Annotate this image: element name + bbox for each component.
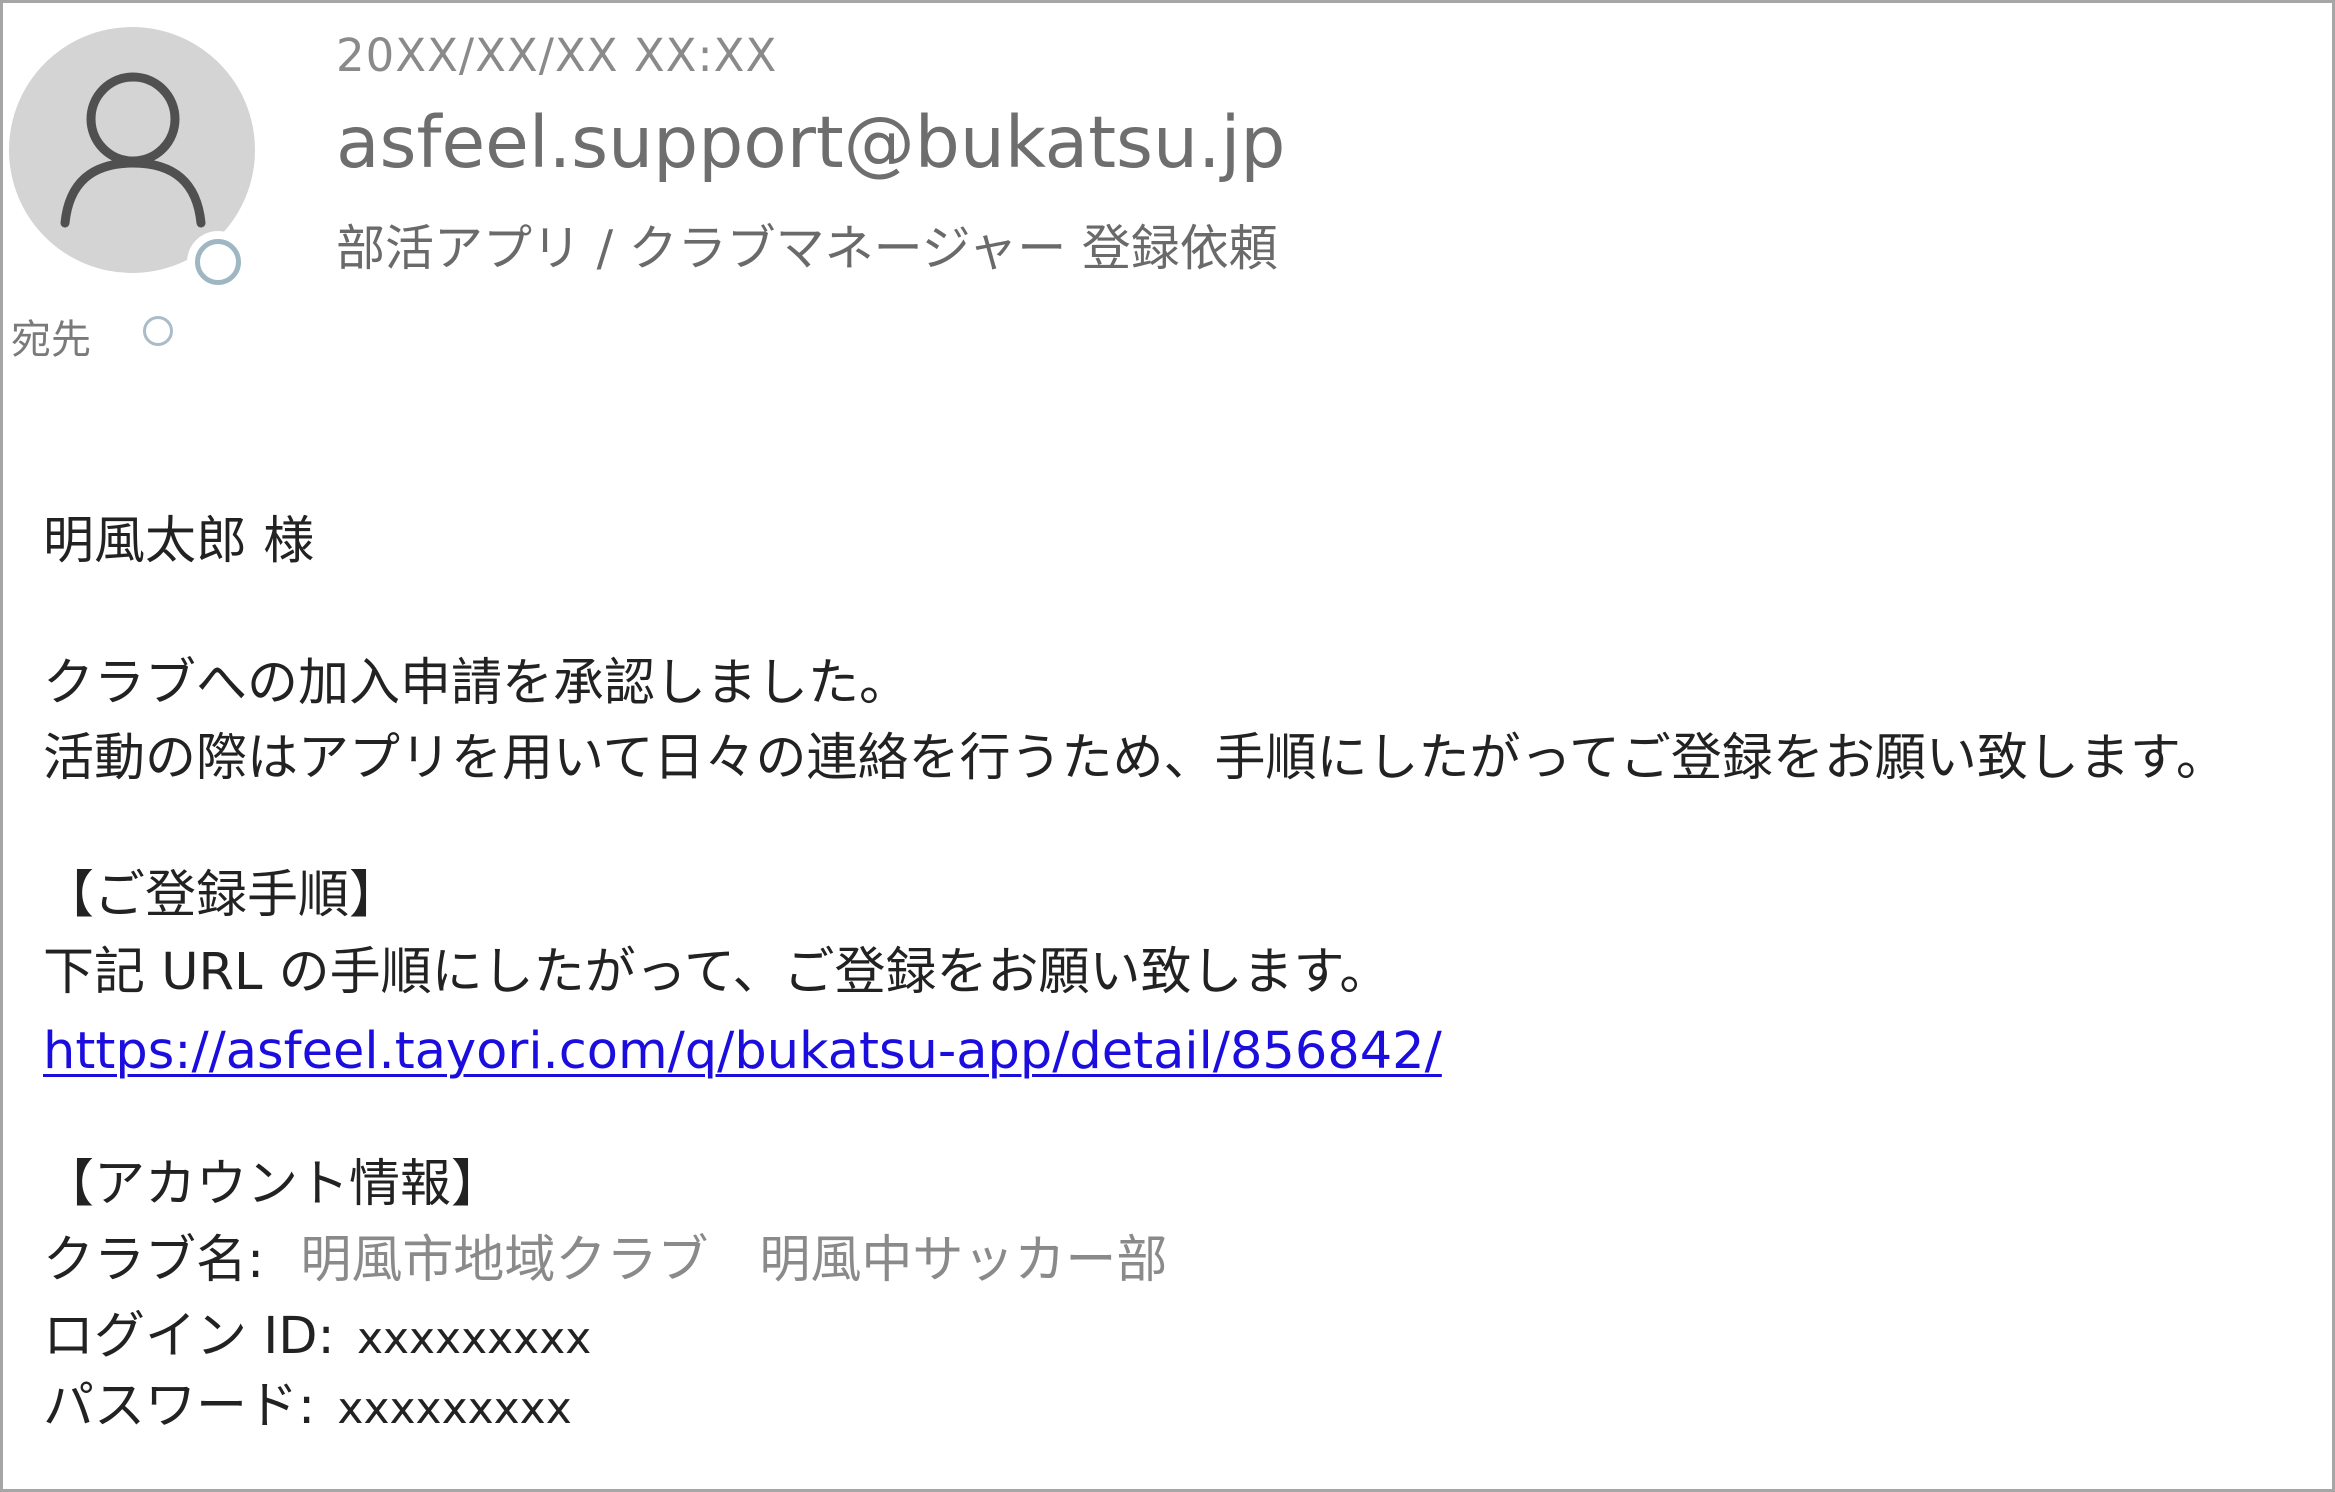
club-name-row: クラブ名: 明風市地域クラブ 明風中サッカー部: [43, 1235, 1167, 1286]
recipient-label: 宛先: [11, 317, 91, 363]
email-subject: 部活アプリ / クラブマネージャー 登録依頼: [336, 220, 1278, 277]
email-datetime: 20XX/XX/XX XX:XX: [336, 29, 778, 82]
recipient-status-icon: [143, 316, 173, 346]
club-name-label: クラブ名:: [43, 1231, 265, 1290]
password-value: xxxxxxxxx: [337, 1383, 572, 1434]
registration-text: 下記 URL の手順にしたがって、ご登録をお願い致します。: [43, 943, 1391, 1002]
approval-text: クラブへの加入申請を承認しました。: [43, 654, 911, 713]
club-name-value: 明風市地域クラブ 明風中サッカー部: [300, 1231, 1168, 1290]
account-heading: 【アカウント情報】: [43, 1155, 503, 1214]
presence-ring: [195, 239, 241, 285]
instruction-text: 活動の際はアプリを用いて日々の連絡を行うため、手順にしたがってご登録をお願い致し…: [43, 729, 2227, 788]
greeting: 明風太郎 様: [43, 512, 315, 571]
login-id-label: ログイン ID:: [43, 1307, 335, 1366]
password-row: パスワード: xxxxxxxxx: [43, 1381, 572, 1432]
sender-address[interactable]: asfeel.support@bukatsu.jp: [336, 101, 1285, 184]
sender-avatar-icon[interactable]: [9, 27, 255, 293]
registration-link[interactable]: https://asfeel.tayori.com/q/bukatsu-app/…: [43, 1022, 1442, 1081]
password-label: パスワード:: [43, 1377, 316, 1436]
registration-link-row: https://asfeel.tayori.com/q/bukatsu-app/…: [43, 1026, 1442, 1077]
registration-heading: 【ご登録手順】: [43, 866, 401, 925]
login-id-value: xxxxxxxxx: [356, 1313, 592, 1364]
login-id-row: ログイン ID: xxxxxxxxx: [43, 1311, 591, 1362]
presence-status-icon: [187, 231, 249, 293]
email-message-pane: 20XX/XX/XX XX:XX asfeel.support@bukatsu.…: [0, 0, 2335, 1492]
